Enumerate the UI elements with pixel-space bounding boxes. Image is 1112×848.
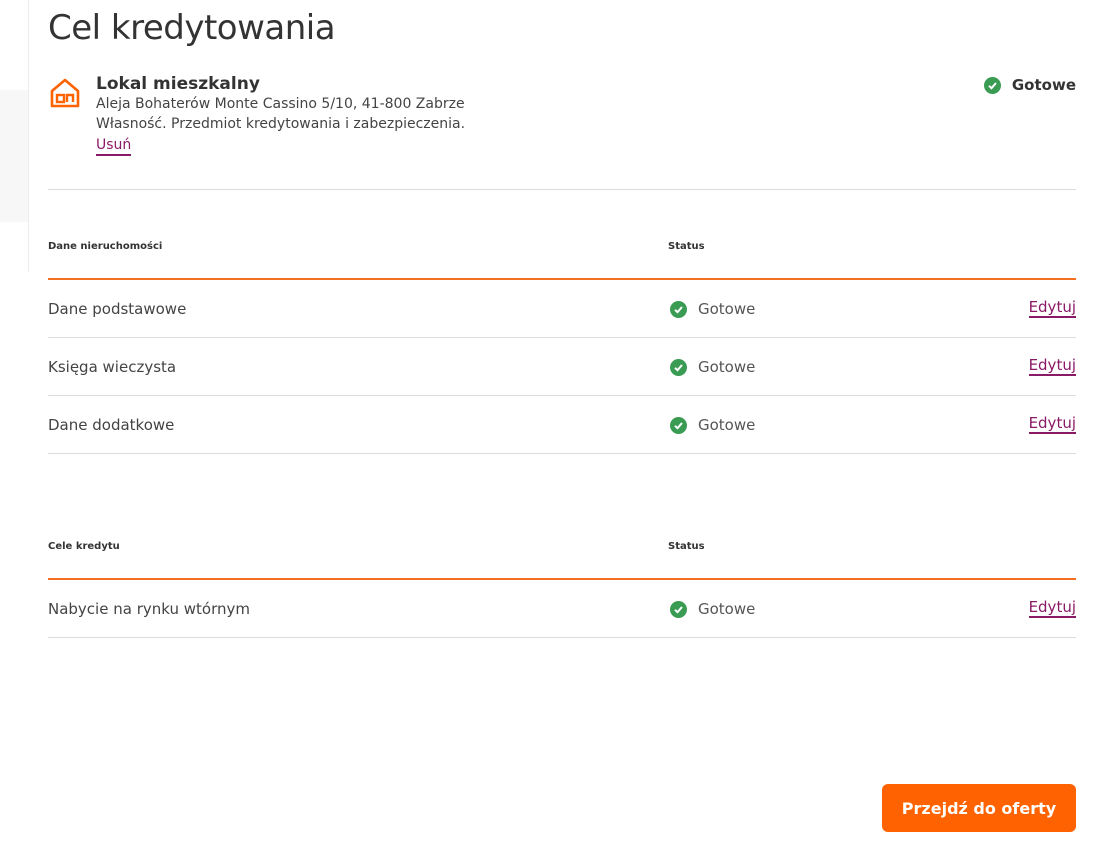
remove-link[interactable]: Usuń: [96, 136, 132, 156]
left-edge-gap: [0, 222, 28, 272]
edit-link[interactable]: Edytuj: [1028, 356, 1076, 376]
check-circle-icon: [670, 600, 687, 618]
property-address: Aleja Bohaterów Monte Cassino 5/10, 41-8…: [96, 96, 465, 112]
edit-link[interactable]: Edytuj: [1028, 298, 1076, 318]
edit-link[interactable]: Edytuj: [1028, 414, 1076, 434]
section-divider: [48, 189, 1076, 190]
row-status: Gotowe: [670, 580, 755, 638]
table-row: Dane dodatkowe Gotowe Edytuj: [48, 396, 1076, 454]
house-icon: [48, 76, 82, 110]
check-circle-icon: [983, 76, 1001, 94]
left-edge-gap: [0, 0, 28, 90]
property-description: Własność. Przedmiot kredytowania i zabez…: [96, 116, 466, 132]
status-label: Gotowe: [698, 300, 756, 318]
status-label: Gotowe: [698, 600, 756, 618]
check-circle-icon: [670, 416, 687, 434]
credit-goals-table: Cele kredytu Status Nabycie na rynku wtó…: [48, 532, 1076, 638]
row-status: Gotowe: [670, 338, 755, 396]
column-header-name: Dane nieruchomości: [48, 241, 163, 252]
row-status: Gotowe: [670, 396, 755, 454]
row-name: Nabycie na rynku wtórnym: [48, 600, 250, 618]
column-header-name: Cele kredytu: [48, 541, 120, 552]
check-circle-icon: [670, 358, 687, 376]
table-header: Dane nieruchomości Status: [48, 232, 1076, 280]
table-row: Księga wieczysta Gotowe Edytuj: [48, 338, 1076, 396]
check-circle-icon: [670, 300, 687, 318]
row-name: Księga wieczysta: [48, 358, 177, 376]
property-data-table: Dane nieruchomości Status Dane podstawow…: [48, 232, 1076, 454]
page-title: Cel kredytowania: [48, 8, 336, 48]
table-row: Nabycie na rynku wtórnym Gotowe Edytuj: [48, 580, 1076, 638]
left-edge-panel: [0, 0, 29, 272]
column-header-status: Status: [668, 241, 705, 252]
column-header-status: Status: [668, 541, 705, 552]
property-status: Gotowe: [983, 76, 1076, 94]
row-name: Dane podstawowe: [48, 300, 187, 318]
table-row: Dane podstawowe Gotowe Edytuj: [48, 280, 1076, 338]
go-to-offer-button[interactable]: Przejdź do oferty: [882, 784, 1076, 832]
status-label: Gotowe: [698, 358, 756, 376]
property-details: Lokal mieszkalny Aleja Bohaterów Monte C…: [96, 74, 465, 156]
row-name: Dane dodatkowe: [48, 416, 175, 434]
edit-link[interactable]: Edytuj: [1028, 598, 1076, 618]
status-label: Gotowe: [1011, 76, 1076, 94]
property-name: Lokal mieszkalny: [96, 74, 260, 94]
status-label: Gotowe: [698, 416, 756, 434]
row-status: Gotowe: [670, 280, 755, 338]
table-header: Cele kredytu Status: [48, 532, 1076, 580]
